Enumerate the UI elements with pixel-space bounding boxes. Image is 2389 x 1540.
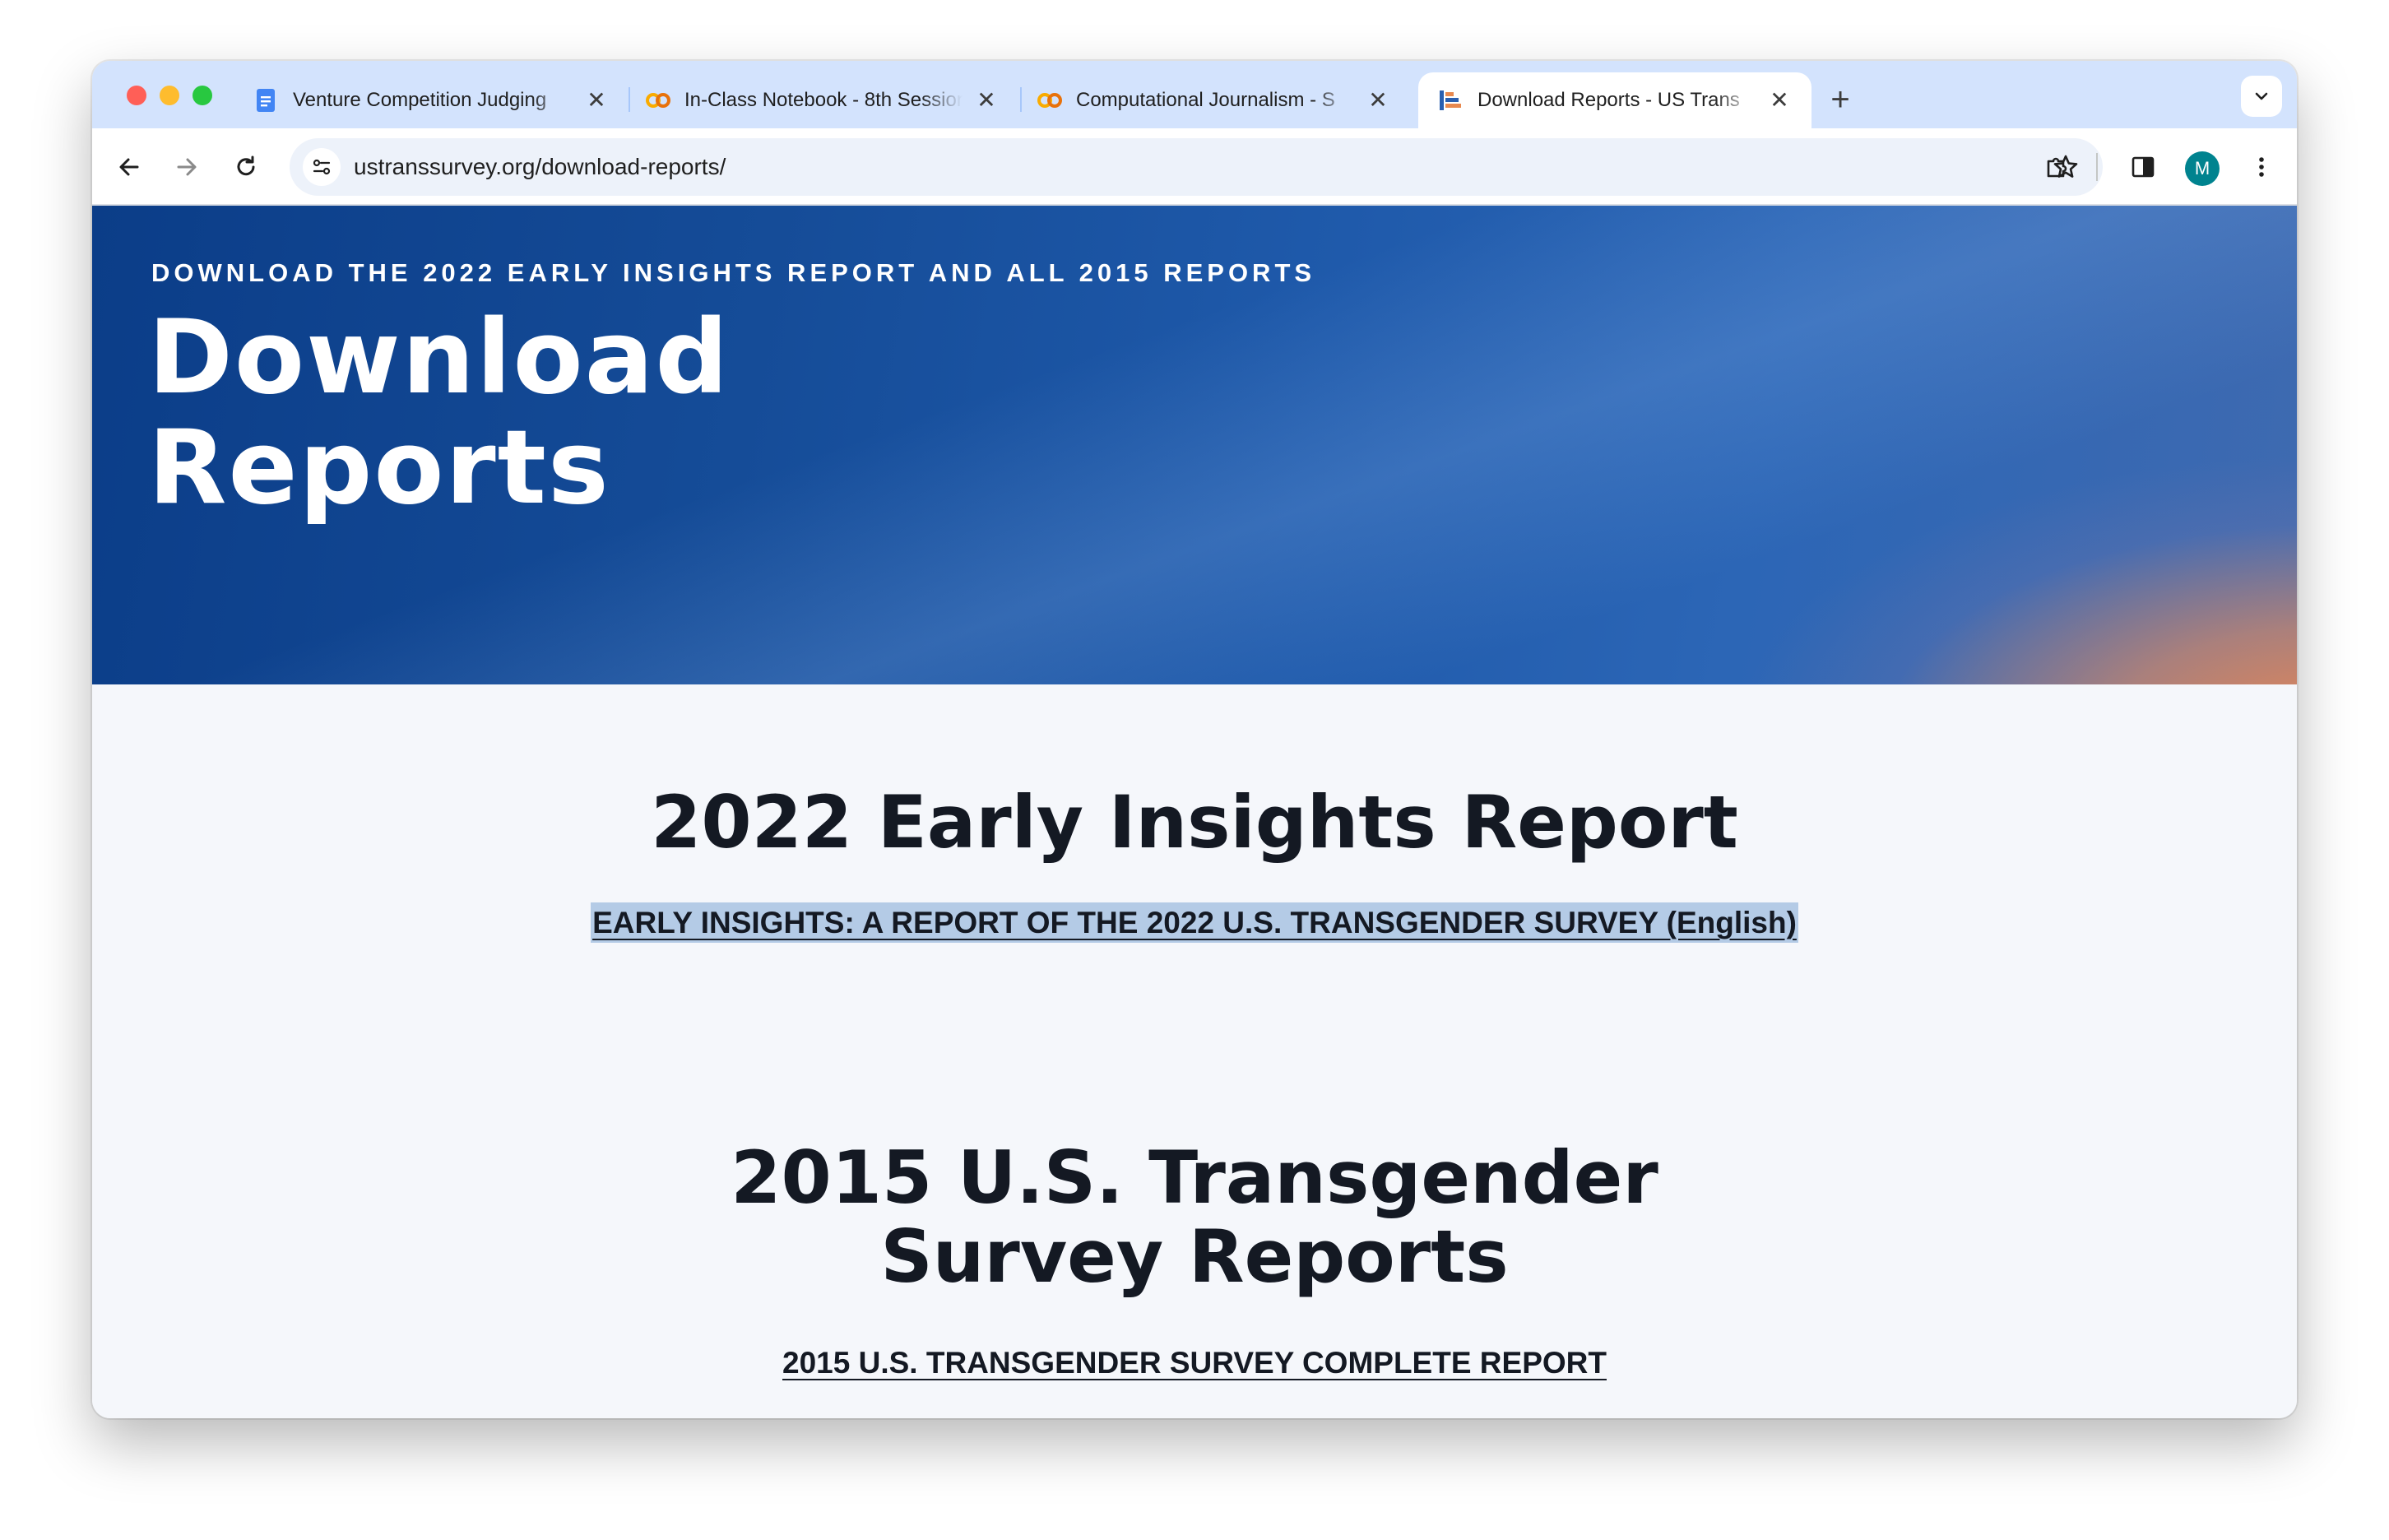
toolbar-divider xyxy=(2096,153,2098,181)
menu-button[interactable] xyxy=(2239,145,2284,189)
page-content: DOWNLOAD THE 2022 EARLY INSIGHTS REPORT … xyxy=(92,206,2297,1418)
report-link-2015-complete[interactable]: 2015 U.S. TRANSGENDER SURVEY COMPLETE RE… xyxy=(92,1346,2297,1380)
section-title-line-2: Survey Reports xyxy=(880,1214,1509,1299)
side-panel-icon xyxy=(2132,156,2155,178)
tab-venture-competition[interactable]: Venture Competition Judging ✕ xyxy=(234,72,629,128)
arrow-left-icon xyxy=(119,158,139,176)
side-panel-button[interactable] xyxy=(2121,145,2165,189)
close-tab-icon[interactable]: ✕ xyxy=(1767,88,1792,113)
colab-icon xyxy=(645,88,670,113)
close-tab-icon[interactable]: ✕ xyxy=(974,88,999,113)
page-title: Download Reports xyxy=(148,303,730,523)
ustranssurvey-icon xyxy=(1438,88,1463,113)
tab-title: Computational Journalism - S xyxy=(1076,89,1335,111)
site-info-icon[interactable] xyxy=(303,148,341,186)
tab-download-reports[interactable]: Download Reports - US Trans ✕ xyxy=(1418,72,1811,128)
section-title-2015: 2015 U.S. Transgender Survey Reports xyxy=(92,1139,2297,1296)
tab-in-class-notebook[interactable]: In-Class Notebook - 8th Session ✕ xyxy=(625,72,1018,128)
tab-computational-journalism[interactable]: Computational Journalism - S ✕ xyxy=(1017,72,1410,128)
back-button[interactable] xyxy=(107,145,151,189)
close-tab-icon[interactable]: ✕ xyxy=(584,88,609,113)
section-title-line-1: 2015 U.S. Transgender xyxy=(731,1135,1658,1220)
kebab-menu-icon xyxy=(2259,157,2264,177)
maximize-window-button[interactable] xyxy=(193,86,212,105)
extensions-button[interactable] xyxy=(2035,145,2080,189)
address-bar[interactable]: ustranssurvey.org/download-reports/ xyxy=(290,138,2103,196)
browser-window: Venture Competition Judging ✕ In-Class N… xyxy=(92,61,2297,1418)
tab-title: Venture Competition Judging xyxy=(293,89,547,111)
url-text[interactable]: ustranssurvey.org/download-reports/ xyxy=(354,138,726,196)
new-tab-button[interactable]: + xyxy=(1820,79,1861,120)
forward-button[interactable] xyxy=(165,145,209,189)
colab-icon xyxy=(1037,88,1062,113)
profile-avatar[interactable]: M xyxy=(2185,151,2220,186)
puzzle-icon xyxy=(2047,157,2067,178)
report-link-text[interactable]: 2015 U.S. TRANSGENDER SURVEY COMPLETE RE… xyxy=(781,1343,1608,1383)
tab-search-button[interactable] xyxy=(2241,76,2282,117)
report-link-2022-english[interactable]: EARLY INSIGHTS: A REPORT OF THE 2022 U.S… xyxy=(92,902,2297,943)
tab-strip: Venture Competition Judging ✕ In-Class N… xyxy=(92,61,2297,128)
arrow-right-icon xyxy=(177,158,197,176)
google-docs-icon xyxy=(253,88,278,113)
page-title-line-2: Reports xyxy=(148,409,610,527)
close-window-button[interactable] xyxy=(127,86,146,105)
hero-kicker: DOWNLOAD THE 2022 EARLY INSIGHTS REPORT … xyxy=(151,258,1316,287)
report-link-text[interactable]: EARLY INSIGHTS: A REPORT OF THE 2022 U.S… xyxy=(591,902,1798,943)
hero-banner: DOWNLOAD THE 2022 EARLY INSIGHTS REPORT … xyxy=(92,206,2297,684)
close-tab-icon[interactable]: ✕ xyxy=(1366,88,1390,113)
reload-button[interactable] xyxy=(224,145,268,189)
page-title-line-1: Download xyxy=(148,299,731,417)
chevron-down-icon xyxy=(2255,92,2268,100)
reload-icon xyxy=(237,155,255,176)
minimize-window-button[interactable] xyxy=(160,86,179,105)
browser-toolbar: ustranssurvey.org/download-reports/ M xyxy=(92,128,2297,206)
tab-title: Download Reports - US Trans xyxy=(1477,89,1740,111)
section-title-2022: 2022 Early Insights Report xyxy=(651,780,1738,865)
tab-title: In-Class Notebook - 8th Session xyxy=(684,89,963,111)
